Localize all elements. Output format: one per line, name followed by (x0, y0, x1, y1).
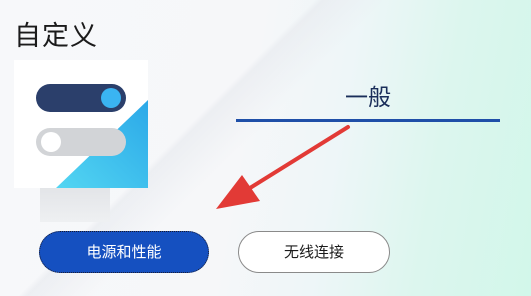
toggle-knob-off (41, 132, 61, 152)
tab-general-underline (236, 119, 500, 122)
toggle-on-icon (36, 84, 126, 112)
power-performance-button[interactable]: 电源和性能 (39, 231, 209, 273)
toggle-knob-on (101, 88, 121, 108)
wireless-connection-button[interactable]: 无线连接 (238, 231, 390, 273)
toggle-off-icon (36, 128, 126, 156)
tab-general[interactable]: 一般 (236, 70, 500, 122)
tab-general-label: 一般 (345, 85, 391, 111)
page-title: 自定义 (14, 21, 98, 52)
illustration-cyan-triangle (56, 100, 148, 188)
toggle-switches-illustration-icon (14, 60, 148, 188)
illustration-shadow (40, 188, 110, 222)
